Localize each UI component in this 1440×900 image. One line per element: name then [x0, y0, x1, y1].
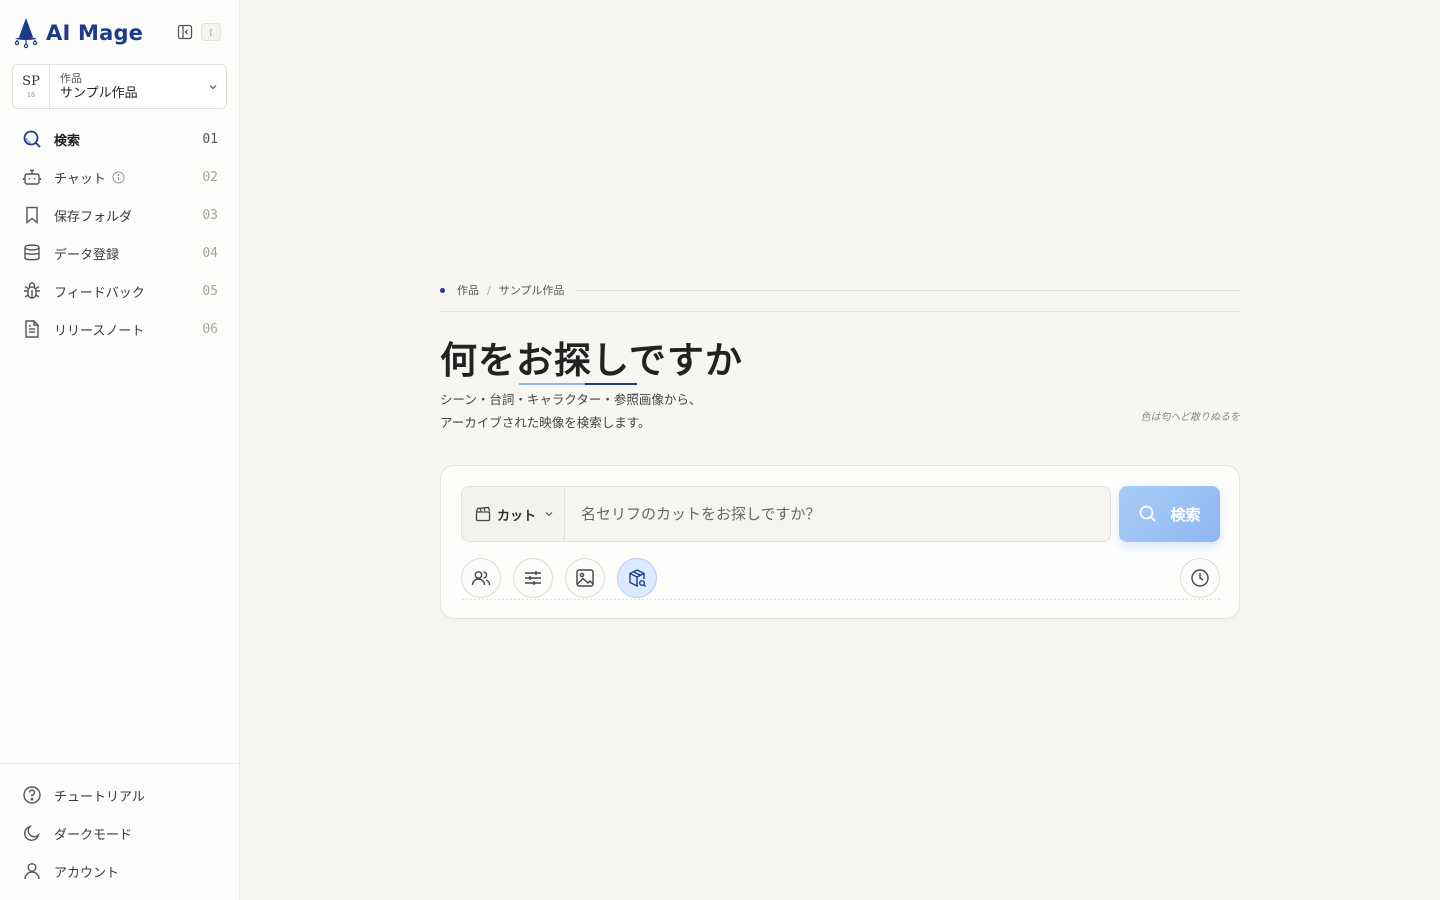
nav-item-account[interactable]: アカウント: [12, 852, 227, 890]
nav-item-release-notes[interactable]: リリースノート 06: [12, 310, 228, 348]
breadcrumb-dot: [440, 287, 445, 293]
decorative-dotted-line: [461, 598, 1221, 601]
decorative-poem: 色は匂へど散りぬるを: [1140, 412, 1241, 423]
app-name: AI Mage: [46, 21, 144, 45]
nav-item-tutorial[interactable]: チュートリアル: [12, 776, 227, 814]
package-search-icon: [629, 569, 646, 587]
sidebar: AI Mage [ SP 16 作品 サンプル作品 検索 01 チャット 02 …: [0, 0, 240, 900]
project-code: SP: [22, 73, 40, 89]
nav-label: リリースノート: [54, 323, 145, 339]
filter-settings-button[interactable]: [513, 558, 553, 598]
user-icon: [22, 861, 42, 881]
nav-label: フィードバック: [54, 285, 145, 301]
breadcrumb-divider: [576, 289, 1240, 291]
project-switcher[interactable]: SP 16 作品 サンプル作品: [12, 64, 227, 109]
nav-item-search[interactable]: 検索 01: [12, 120, 228, 158]
sidebar-footer: チュートリアル ダークモード アカウント: [0, 763, 239, 890]
page-subtitle: シーン・台詞・キャラクター・参照画像から、アーカイブされた映像を検索します。: [440, 392, 702, 430]
nav-label: チャット: [54, 171, 106, 187]
bot-icon: [22, 167, 42, 187]
character-filter-button[interactable]: [461, 558, 501, 598]
users-icon: [471, 571, 491, 586]
nav-index: 05: [202, 283, 218, 299]
nav-item-chat[interactable]: チャット 02: [12, 158, 228, 196]
database-icon: [22, 243, 42, 263]
nav-item-feedback[interactable]: フィードバック 05: [12, 272, 228, 310]
search-icon: [1140, 505, 1157, 522]
nav-item-saved-folder[interactable]: 保存フォルダ 03: [12, 196, 228, 234]
breadcrumb-separator: /: [487, 283, 491, 297]
nav-index: 03: [202, 207, 218, 223]
bookmark-icon: [22, 205, 42, 225]
main-nav: 検索 01 チャット 02 保存フォルダ 03 データ登録 04 フィードバック…: [12, 120, 228, 348]
clock-icon: [1191, 569, 1209, 587]
project-label: 作品: [60, 71, 82, 85]
chevron-down-icon: [544, 509, 554, 519]
history-button[interactable]: [1180, 558, 1220, 598]
nav-item-dark-mode[interactable]: ダークモード: [12, 814, 227, 852]
image-icon: [576, 569, 594, 587]
bug-icon: [22, 281, 42, 301]
help-circle-icon: [22, 785, 42, 805]
title-underline-accent: [519, 383, 585, 385]
file-text-icon: [22, 319, 42, 339]
search-tools: [461, 558, 1221, 598]
project-name: サンプル作品: [60, 85, 138, 101]
wizard-hat-logo-icon: [14, 18, 38, 49]
brand[interactable]: AI Mage: [12, 16, 143, 50]
info-icon[interactable]: [112, 171, 125, 184]
search-button-label: 検索: [1170, 506, 1201, 524]
search-type-select[interactable]: カット: [462, 487, 565, 541]
page-title: 何をお探しですか: [440, 338, 743, 382]
image-search-button[interactable]: [565, 558, 605, 598]
breadcrumb-current: サンプル作品: [498, 284, 565, 297]
search-panel: カット 検索: [440, 465, 1240, 619]
breadcrumb-root[interactable]: 作品: [457, 282, 479, 298]
breadcrumb: 作品 / サンプル作品: [440, 281, 1240, 299]
title-underline: [585, 383, 637, 385]
nav-index: 04: [202, 245, 218, 261]
sliders-icon: [525, 571, 541, 585]
project-code-badge: SP 16: [13, 65, 50, 108]
search-type-label: カット: [497, 508, 537, 524]
nav-label: アカウント: [54, 865, 120, 881]
nav-item-data-registration[interactable]: データ登録 04: [12, 234, 228, 272]
clapperboard-icon: [475, 506, 491, 522]
nav-label: 保存フォルダ: [54, 209, 133, 225]
nav-index: 01: [202, 131, 218, 147]
nav-index: 02: [202, 169, 218, 185]
moon-icon: [22, 823, 42, 843]
nav-label: ダークモード: [54, 827, 133, 843]
shortcut-hint: [: [201, 23, 221, 41]
search-icon: [22, 129, 42, 149]
project-info: 作品 サンプル作品: [50, 65, 200, 108]
main-content: 作品 / サンプル作品 何をお探しですか シーン・台詞・キャラクター・参照画像か…: [240, 0, 1440, 900]
project-number: 16: [26, 90, 36, 99]
search-input[interactable]: [565, 487, 1110, 541]
chevron-down-icon: [200, 65, 226, 108]
divider: [440, 311, 1240, 312]
nav-index: 06: [202, 321, 218, 337]
search-bar: カット: [461, 486, 1111, 542]
nav-label: データ登録: [54, 247, 120, 263]
object-search-button[interactable]: [617, 558, 657, 598]
nav-label: チュートリアル: [54, 789, 145, 805]
search-button[interactable]: 検索: [1119, 486, 1220, 542]
panel-left-icon: [177, 24, 193, 40]
nav-label: 検索: [54, 133, 81, 149]
collapse-sidebar-button[interactable]: [176, 23, 194, 41]
